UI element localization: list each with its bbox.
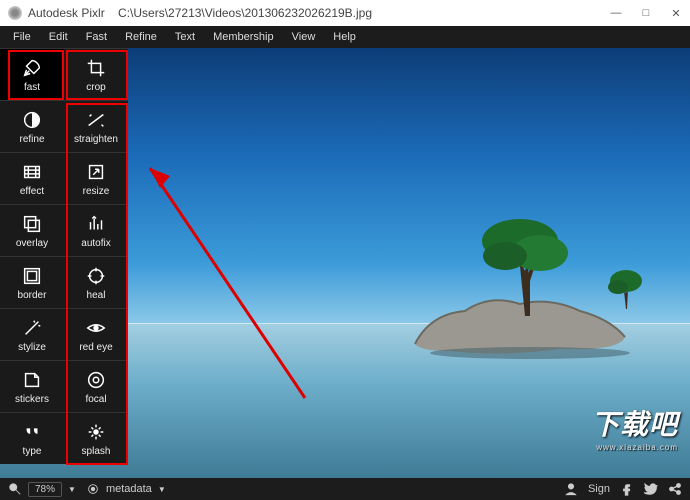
film-icon xyxy=(21,161,43,183)
metadata-toggle[interactable]: metadata ▼ xyxy=(86,482,166,496)
tool-focal[interactable]: focal xyxy=(64,360,128,412)
straighten-icon xyxy=(85,109,107,131)
info-icon xyxy=(86,482,100,496)
frame-icon xyxy=(21,265,43,287)
tool-heal[interactable]: heal xyxy=(64,256,128,308)
maximize-button[interactable]: □ xyxy=(640,7,652,20)
sticker-icon xyxy=(21,369,43,391)
chevron-down-icon[interactable]: ▼ xyxy=(158,485,166,494)
wand-icon xyxy=(21,317,43,339)
menubar: File Edit Fast Refine Text Membership Vi… xyxy=(0,26,690,48)
tool-border[interactable]: border xyxy=(0,256,64,308)
tool-label: stylize xyxy=(18,342,46,353)
facebook-icon[interactable] xyxy=(620,482,634,496)
tool-straighten[interactable]: straighten xyxy=(64,100,128,152)
tool-effect[interactable]: effect xyxy=(0,152,64,204)
tool-splash[interactable]: splash xyxy=(64,412,128,464)
tool-column-main: fast refine effect overlay border styliz… xyxy=(0,48,64,464)
resize-icon xyxy=(85,161,107,183)
menu-edit[interactable]: Edit xyxy=(42,28,75,46)
app-icon xyxy=(8,6,22,20)
menu-text[interactable]: Text xyxy=(168,28,202,46)
tool-label: heal xyxy=(87,290,106,301)
user-icon[interactable] xyxy=(564,482,578,496)
eye-icon xyxy=(85,317,107,339)
tool-column-fast: crop straighten resize autofix heal red … xyxy=(64,48,128,464)
tool-autofix[interactable]: autofix xyxy=(64,204,128,256)
tool-stylize[interactable]: stylize xyxy=(0,308,64,360)
sign-in-link[interactable]: Sign xyxy=(588,483,610,495)
quote-icon xyxy=(21,421,43,443)
tool-stickers[interactable]: stickers xyxy=(0,360,64,412)
tool-label: straighten xyxy=(74,134,118,145)
tool-redeye[interactable]: red eye xyxy=(64,308,128,360)
crop-icon xyxy=(85,57,107,79)
tool-label: stickers xyxy=(15,394,49,405)
rocket-icon xyxy=(21,57,43,79)
target-icon xyxy=(85,265,107,287)
window-controls: — □ ✕ xyxy=(610,7,682,20)
tool-label: refine xyxy=(19,134,44,145)
tool-label: red eye xyxy=(79,342,112,353)
tool-label: overlay xyxy=(16,238,48,249)
workarea: fast refine effect overlay border styliz… xyxy=(0,48,690,478)
app-name: Autodesk Pixlr xyxy=(28,6,105,20)
menu-file[interactable]: File xyxy=(6,28,38,46)
tool-label: autofix xyxy=(81,238,110,249)
tool-label: focal xyxy=(85,394,106,405)
menu-fast[interactable]: Fast xyxy=(79,28,114,46)
menu-refine[interactable]: Refine xyxy=(118,28,164,46)
zoom-control[interactable]: 78% ▼ xyxy=(8,482,76,497)
focal-icon xyxy=(85,369,107,391)
autofix-icon xyxy=(85,213,107,235)
menu-help[interactable]: Help xyxy=(326,28,363,46)
tool-overlay[interactable]: overlay xyxy=(0,204,64,256)
tool-refine[interactable]: refine xyxy=(0,100,64,152)
search-icon xyxy=(8,482,22,496)
tool-label: resize xyxy=(83,186,110,197)
menu-view[interactable]: View xyxy=(285,28,323,46)
tool-label: border xyxy=(18,290,47,301)
statusbar: 78% ▼ metadata ▼ Sign xyxy=(0,478,690,500)
tool-fast[interactable]: fast xyxy=(0,48,64,100)
share-icon[interactable] xyxy=(668,482,682,496)
file-path: C:\Users\27213\Videos\201306232026219B.j… xyxy=(118,6,372,20)
tool-resize[interactable]: resize xyxy=(64,152,128,204)
tree-main xyxy=(470,211,580,321)
tool-crop[interactable]: crop xyxy=(64,48,128,100)
metadata-label: metadata xyxy=(106,483,152,495)
tool-type[interactable]: type xyxy=(0,412,64,464)
tool-label: effect xyxy=(20,186,44,197)
chevron-down-icon[interactable]: ▼ xyxy=(68,485,76,494)
window-title: Autodesk Pixlr C:\Users\27213\Videos\201… xyxy=(28,6,610,20)
contrast-icon xyxy=(21,109,43,131)
minimize-button[interactable]: — xyxy=(610,7,622,20)
close-button[interactable]: ✕ xyxy=(670,7,682,20)
twitter-icon[interactable] xyxy=(644,482,658,496)
tree-small xyxy=(602,263,650,311)
layers-icon xyxy=(21,213,43,235)
tool-label: type xyxy=(23,446,42,457)
tool-label: fast xyxy=(24,82,40,93)
titlebar: Autodesk Pixlr C:\Users\27213\Videos\201… xyxy=(0,0,690,26)
tool-label: splash xyxy=(82,446,111,457)
splash-icon xyxy=(85,421,107,443)
zoom-value[interactable]: 78% xyxy=(28,482,62,497)
tool-label: crop xyxy=(86,82,105,93)
menu-membership[interactable]: Membership xyxy=(206,28,281,46)
